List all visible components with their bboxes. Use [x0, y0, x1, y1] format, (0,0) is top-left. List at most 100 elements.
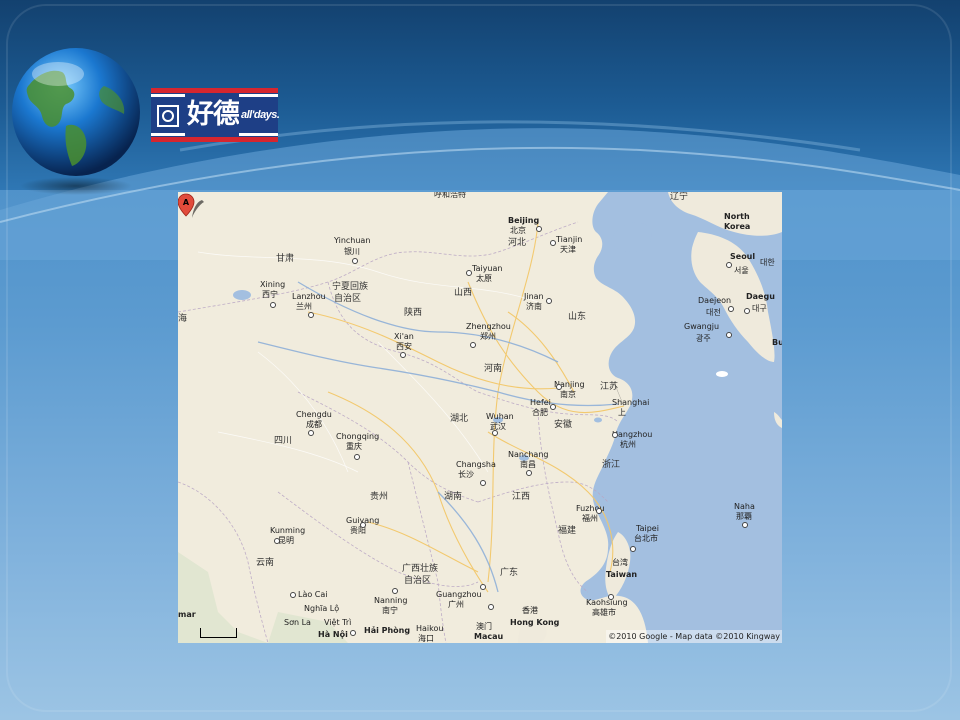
city-dot [480, 584, 486, 590]
map-label: 南宁 [382, 606, 398, 615]
map-label: Taipei [636, 524, 659, 533]
city-dot [536, 226, 542, 232]
city-dot [546, 298, 552, 304]
map-label: Xining [260, 280, 286, 289]
map-label: Tianjin [556, 235, 583, 244]
map-label: Yinchuan [334, 236, 371, 245]
map-label: Kaohsiung [586, 598, 628, 607]
globe-icon [12, 48, 140, 195]
map-label: 四川 [274, 436, 293, 446]
city-dot [392, 588, 398, 594]
map-label: 呼和浩特 [434, 192, 466, 199]
city-dot [350, 630, 356, 636]
map-label: Nanning [374, 596, 408, 605]
map-attribution[interactable]: ©2010 Google - Map data ©2010 Kingway [606, 630, 782, 643]
map-label: 海口 [418, 634, 434, 643]
map-label: mar [178, 610, 196, 619]
map-label: 山东 [568, 312, 587, 322]
map-label: 甘肃 [276, 254, 295, 264]
map-label: 대구 [752, 304, 767, 313]
brand-name-en: all'days. [241, 109, 280, 121]
map-label: Sơn La [284, 618, 311, 627]
map-label: 云南 [256, 558, 275, 568]
city-dot [744, 308, 750, 314]
map-scale-bar [200, 628, 237, 638]
city-dot [726, 262, 732, 268]
map-label: Changsha [456, 460, 496, 469]
map-label: 香港 [522, 606, 538, 615]
map-label: 서울 [734, 266, 749, 275]
map-label: Nghĩa Lộ [304, 604, 340, 613]
map-label: 宁夏回族 [332, 282, 369, 292]
map-label: 浙江 [602, 460, 621, 470]
map-label: 山西 [454, 288, 473, 298]
map-label: Macau [474, 632, 504, 641]
map-label: 长沙 [458, 470, 474, 479]
map-label: Kunming [270, 526, 306, 535]
map-label: Daegu [746, 292, 775, 301]
map-label: 重庆 [346, 442, 362, 451]
map-label: Lanzhou [292, 292, 326, 301]
city-dot [308, 312, 314, 318]
city-dot [612, 432, 618, 438]
city-dot [550, 404, 556, 410]
map-label: North Korea [724, 212, 751, 231]
map-label: 天津 [560, 245, 576, 254]
map-label: 湖北 [450, 414, 469, 424]
map-label: 南昌 [520, 460, 536, 469]
map-label: Nanchang [508, 450, 549, 459]
map-label: 台湾 [612, 558, 628, 567]
city-dot [352, 258, 358, 264]
brand-name-cn: 好德 [187, 99, 240, 130]
location-marker-icon[interactable]: A [178, 192, 206, 220]
map-label: Chengdu [296, 410, 332, 419]
map-label: 江苏 [600, 382, 619, 392]
map-label: 江西 [512, 492, 531, 502]
map-label: Guangzhou [436, 590, 482, 599]
map-label: Naha [734, 502, 755, 511]
map-label: 南京 [560, 390, 576, 399]
map-label: Việt Trì [324, 618, 352, 627]
map-label: 自治区 [334, 294, 362, 304]
map-label: 那覇 [736, 512, 752, 521]
logo-right-panel: all'days. [239, 88, 280, 142]
map-label: Hangzhou [612, 430, 653, 439]
map-label: Gwangju [684, 322, 720, 331]
city-dot [274, 538, 280, 544]
city-dot [290, 592, 296, 598]
city-dot [596, 508, 602, 514]
map-label: 湖南 [444, 492, 463, 502]
map-label: 河南 [484, 364, 503, 374]
city-dot [550, 240, 556, 246]
map-label: Chongqing [336, 432, 380, 441]
map-label: Taiyuan [472, 264, 503, 273]
map-label: 辽宁 [670, 192, 689, 202]
map-label: 银川 [344, 247, 360, 256]
map-label: 成都 [306, 420, 322, 429]
map-label: 高雄市 [592, 608, 616, 617]
city-dot [492, 430, 498, 436]
map-label: 合肥 [532, 408, 548, 417]
map-label: 上 [618, 408, 626, 417]
city-dot [400, 352, 406, 358]
city-dot [308, 430, 314, 436]
map-label: 广西壮族 [402, 564, 439, 574]
map-label: Jinan [524, 292, 544, 301]
logo-middle-panel: 好德 [185, 88, 240, 142]
map-label: Xi'an [394, 332, 414, 341]
map-label: 太原 [476, 274, 492, 283]
map-label: 澳门 [476, 622, 492, 631]
map-label: Hefei [530, 398, 551, 407]
map-label: 西安 [396, 342, 412, 351]
map-label: Wuhan [486, 412, 514, 421]
city-dot [742, 522, 748, 528]
map-label: 西宁 [262, 290, 278, 299]
map-label: Hải Phòng [364, 626, 411, 635]
map-label: 台北市 [634, 534, 658, 543]
map-view[interactable]: A 呼和浩特 Beijing 北京 河北 Tianjin 天津 辽宁 North… [178, 192, 782, 643]
map-label: Seoul [730, 252, 756, 261]
city-dot [726, 332, 732, 338]
map-label: Bu [772, 338, 782, 347]
map-label: 广东 [500, 568, 519, 578]
map-label: Hà Nội [318, 630, 348, 639]
